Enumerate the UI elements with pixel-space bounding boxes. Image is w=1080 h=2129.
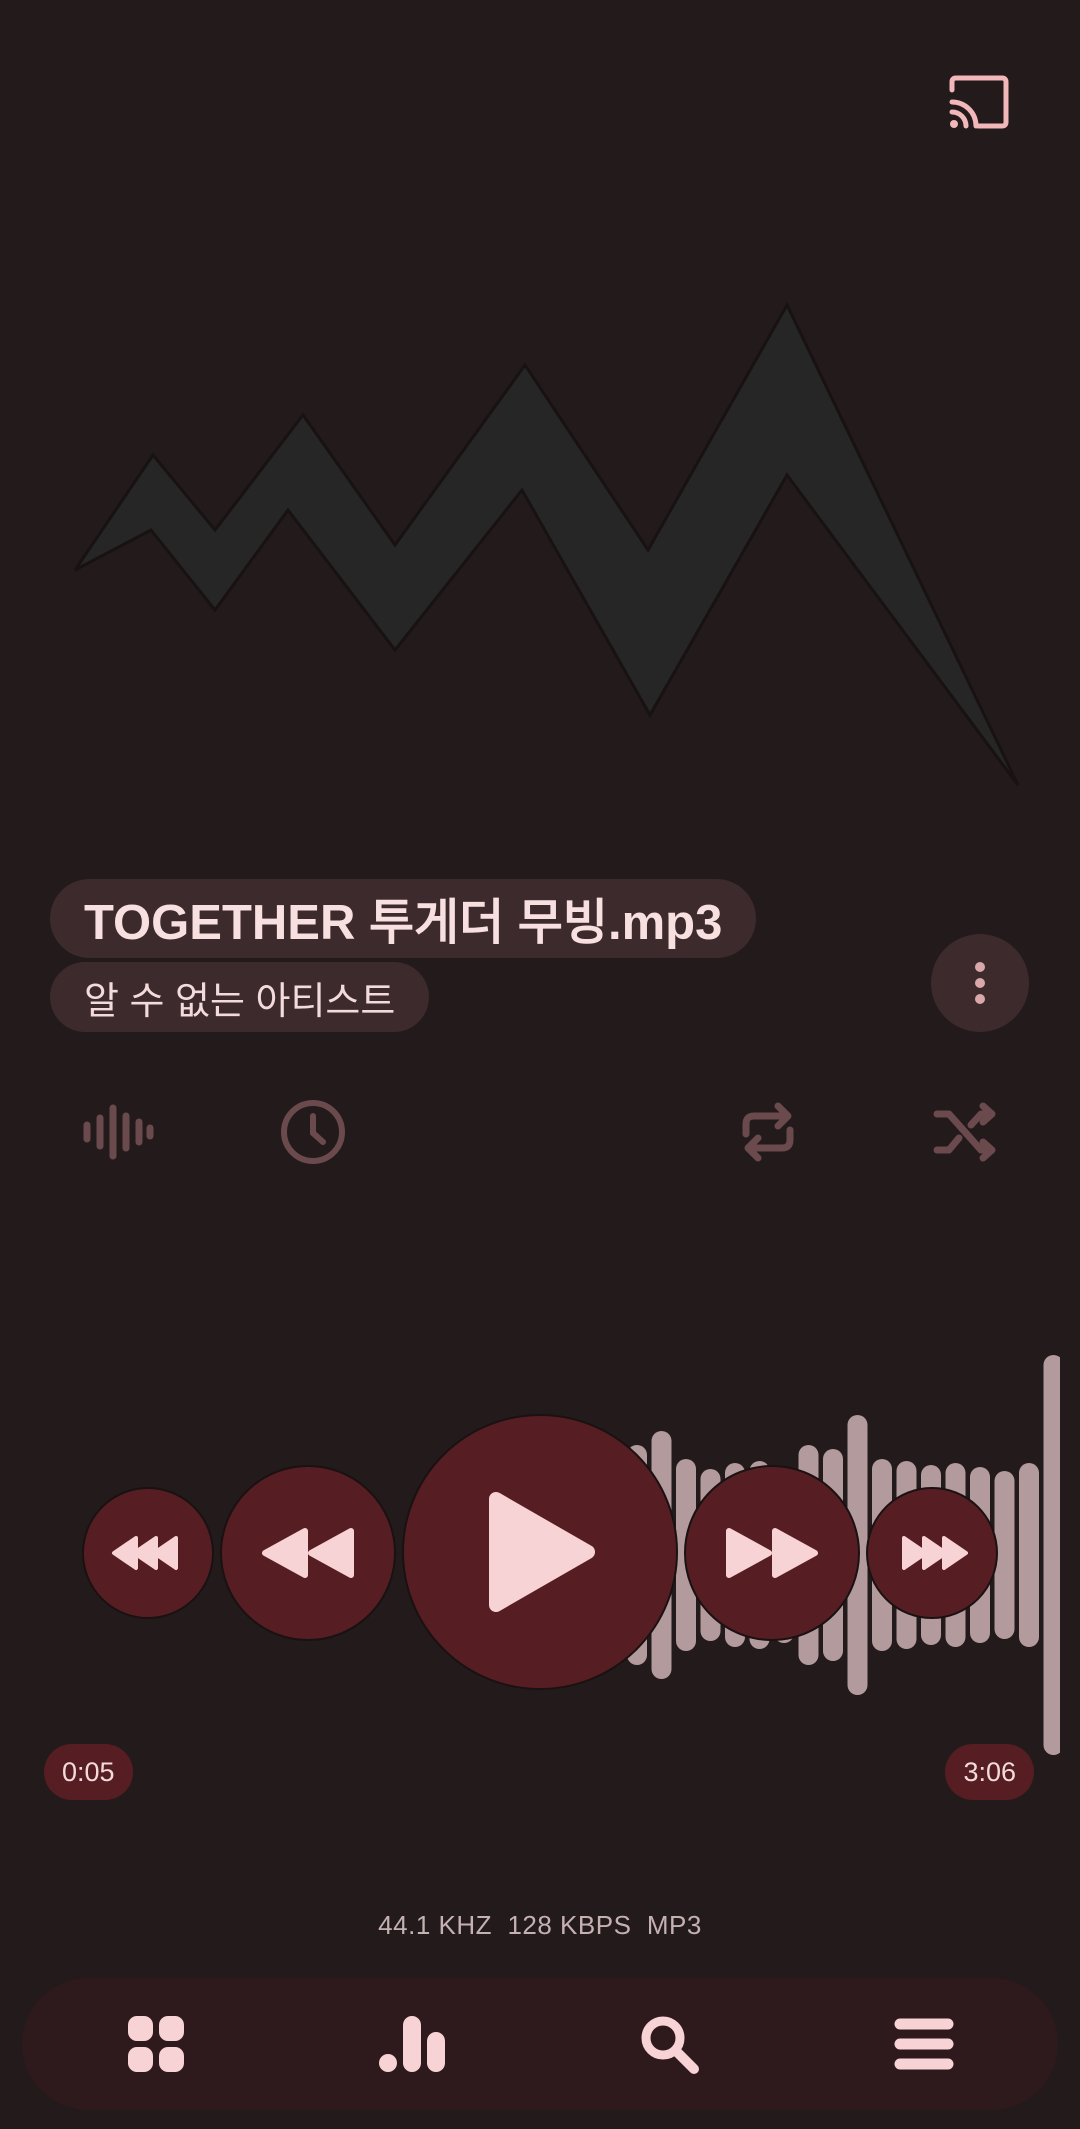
fast-forward-triple-icon	[902, 1536, 968, 1570]
waveform-bar	[1043, 1355, 1060, 1755]
shuffle-button[interactable]	[925, 1092, 1005, 1177]
track-artist: 알 수 없는 아티스트	[50, 962, 430, 1032]
repeat-button[interactable]	[728, 1092, 808, 1177]
more-vert-icon	[975, 962, 985, 1004]
track-title: TOGETHER 투게더 무빙.mp3	[50, 879, 757, 958]
nav-menu-button[interactable]	[874, 1978, 974, 2110]
audio-format-info: 44.1 KHZ 128 KBPS MP3	[378, 1910, 702, 1940]
bottom-navigation	[22, 1978, 1058, 2110]
grid-icon	[128, 2016, 184, 2072]
skip-forward-far-button[interactable]	[866, 1487, 998, 1619]
nav-library-button[interactable]	[106, 1978, 206, 2110]
album-art	[73, 301, 1020, 786]
search-icon	[641, 2016, 699, 2074]
nav-search-button[interactable]	[619, 1978, 719, 2110]
sleep-timer-button[interactable]	[273, 1092, 353, 1177]
waveform-bar	[1019, 1463, 1039, 1647]
play-icon	[489, 1492, 595, 1612]
elapsed-time: 0:05	[44, 1744, 133, 1800]
fast-forward-button[interactable]	[684, 1465, 860, 1641]
cast-button[interactable]	[944, 72, 1012, 132]
nav-stats-button[interactable]	[362, 1978, 462, 2110]
waveform-icon	[83, 1104, 154, 1160]
rewind-button[interactable]	[220, 1465, 396, 1641]
fast-forward-icon	[726, 1528, 818, 1578]
repeat-icon	[742, 1102, 794, 1162]
menu-icon	[894, 2018, 954, 2070]
total-duration: 3:06	[945, 1744, 1034, 1800]
fast-rewind-triple-icon	[112, 1536, 178, 1570]
more-options-button[interactable]	[931, 934, 1029, 1032]
rewind-icon	[262, 1528, 354, 1578]
visualizer-button[interactable]	[77, 1092, 157, 1177]
shuffle-icon	[933, 1102, 996, 1162]
cast-icon	[949, 75, 1009, 129]
clock-icon	[281, 1100, 345, 1164]
play-button[interactable]	[402, 1414, 678, 1690]
chart-bars-icon	[379, 2016, 445, 2072]
skip-back-far-button[interactable]	[82, 1487, 214, 1619]
